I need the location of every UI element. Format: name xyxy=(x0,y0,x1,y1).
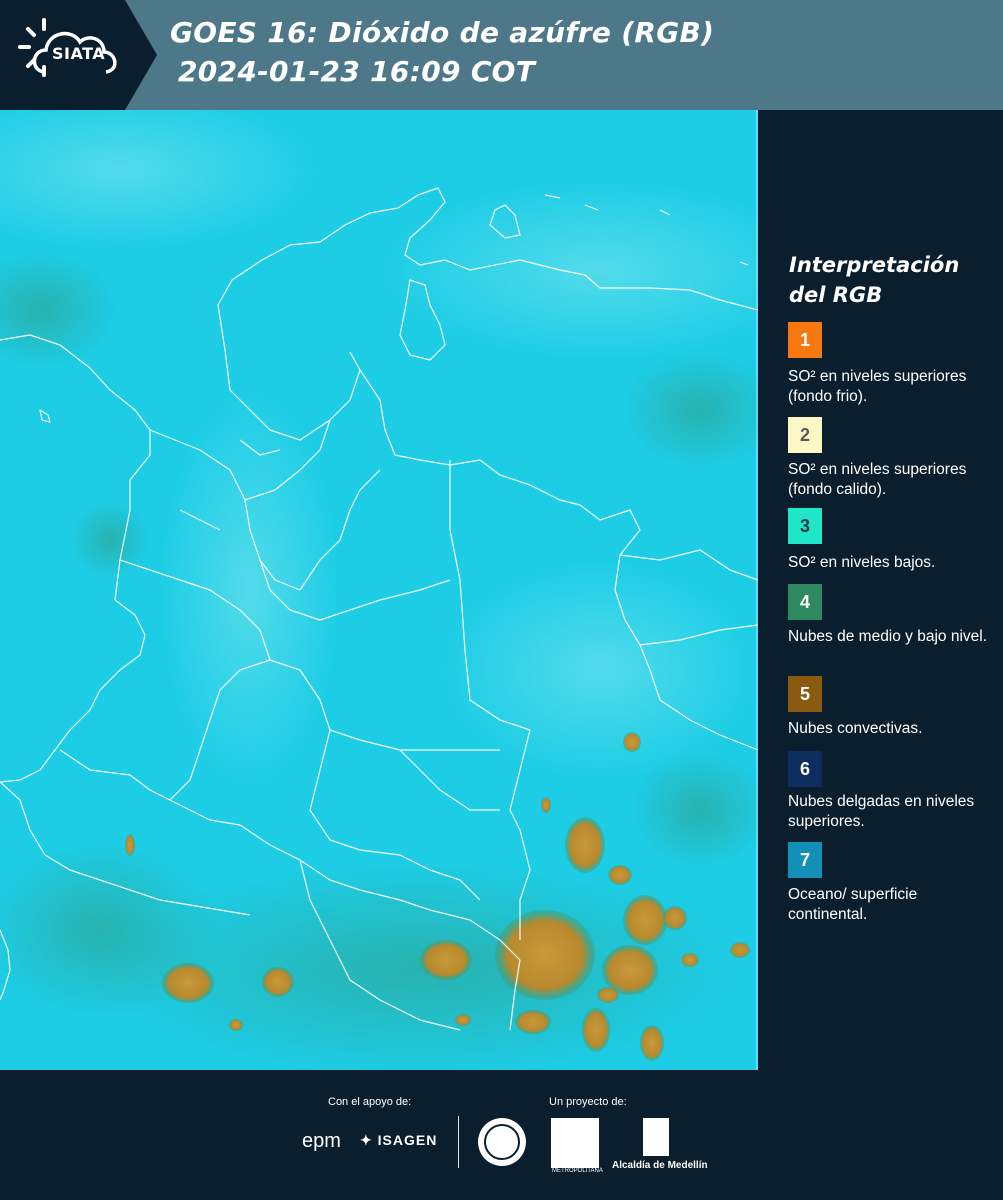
legend-swatch-2: 2 xyxy=(788,417,822,453)
alcaldia-shield-logo xyxy=(643,1118,669,1156)
legend-label-6: Nubes delgadas en niveles superiores. xyxy=(788,793,975,830)
legend-swatch-7: 7 xyxy=(788,842,822,878)
area-metropolitana-text: METROPOLITANA xyxy=(552,1168,603,1174)
siata-logo: SIATA xyxy=(0,0,160,110)
footer: Con el apoyo de: Un proyecto de: epm ✦ I… xyxy=(0,1070,1003,1200)
medellin-seal-logo xyxy=(478,1118,526,1166)
legend-title: Interpretación del RGB xyxy=(789,250,989,310)
alcaldia-text: Alcaldía de Medellín xyxy=(612,1160,708,1171)
legend-number-6: 6 xyxy=(799,758,810,779)
legend-label-5: Nubes convectivas. xyxy=(788,720,923,737)
legend-label-3: SO² en niveles bajos. xyxy=(788,554,936,571)
epm-logo: epm xyxy=(302,1130,341,1152)
legend-swatch-3: 3 xyxy=(788,508,822,544)
header-bar: SIATA GOES 16: Dióxido de azúfre (RGB) 2… xyxy=(0,0,1003,110)
legend-swatch-5: 5 xyxy=(788,676,822,712)
legend-number-2: 2 xyxy=(799,424,810,445)
legend-label-7: Oceano/ superficie continental. xyxy=(788,886,918,923)
legend-number-1: 1 xyxy=(799,329,810,350)
support-label: Con el apoyo de: xyxy=(328,1096,412,1108)
legend-label-1: SO² en niveles superiores (fondo frio). xyxy=(788,368,967,405)
legend-number-7: 7 xyxy=(799,849,810,870)
legend-title-line1: Interpretación xyxy=(789,253,960,277)
legend-swatch-1: 1 xyxy=(788,322,822,358)
page-title: GOES 16: Dióxido de azúfre (RGB) xyxy=(170,16,715,49)
legend-label-4: Nubes de medio y bajo nivel. xyxy=(788,628,988,645)
siata-logo-text: SIATA xyxy=(52,44,106,63)
satellite-map xyxy=(0,110,758,1070)
legend-number-4: 4 xyxy=(799,591,810,612)
isagen-logo-text: ISAGEN xyxy=(377,1132,438,1148)
legend-number-3: 3 xyxy=(799,515,810,536)
isagen-logo: ✦ ISAGEN xyxy=(360,1132,438,1148)
legend-title-line2: del RGB xyxy=(789,283,883,307)
project-label: Un proyecto de: xyxy=(549,1096,627,1108)
footer-divider xyxy=(458,1116,459,1168)
legend-number-5: 5 xyxy=(799,683,810,704)
timestamp: 2024-01-23 16:09 COT xyxy=(178,55,536,88)
legend-panel: Interpretación del RGB 1 SO² en niveles … xyxy=(758,110,1003,1070)
legend-swatch-4: 4 xyxy=(788,584,822,620)
area-metropolitana-logo xyxy=(551,1118,599,1168)
legend-swatch-6: 6 xyxy=(788,751,822,787)
